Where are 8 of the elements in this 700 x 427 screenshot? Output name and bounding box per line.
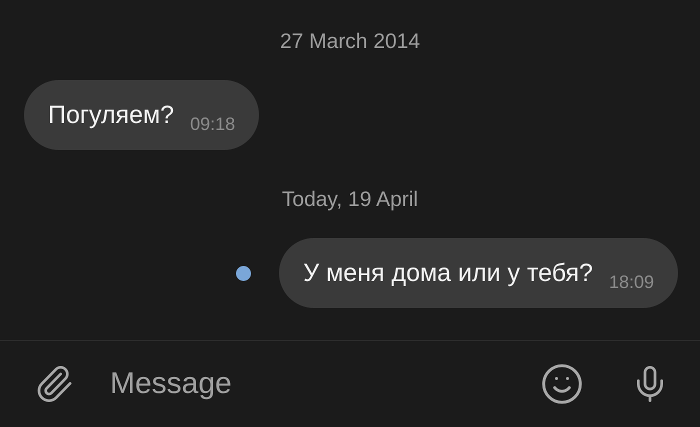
date-separator: Today, 19 April	[282, 187, 418, 213]
date-separator: 27 March 2014	[280, 29, 420, 55]
smiley-icon[interactable]	[540, 362, 584, 406]
message-time: 09:18	[190, 114, 236, 134]
message-text: У меня дома или у тебя?	[303, 258, 593, 288]
message-text: Погуляем?	[48, 100, 174, 130]
message-time: 18:09	[608, 272, 654, 292]
message-input[interactable]: Message	[108, 362, 540, 406]
